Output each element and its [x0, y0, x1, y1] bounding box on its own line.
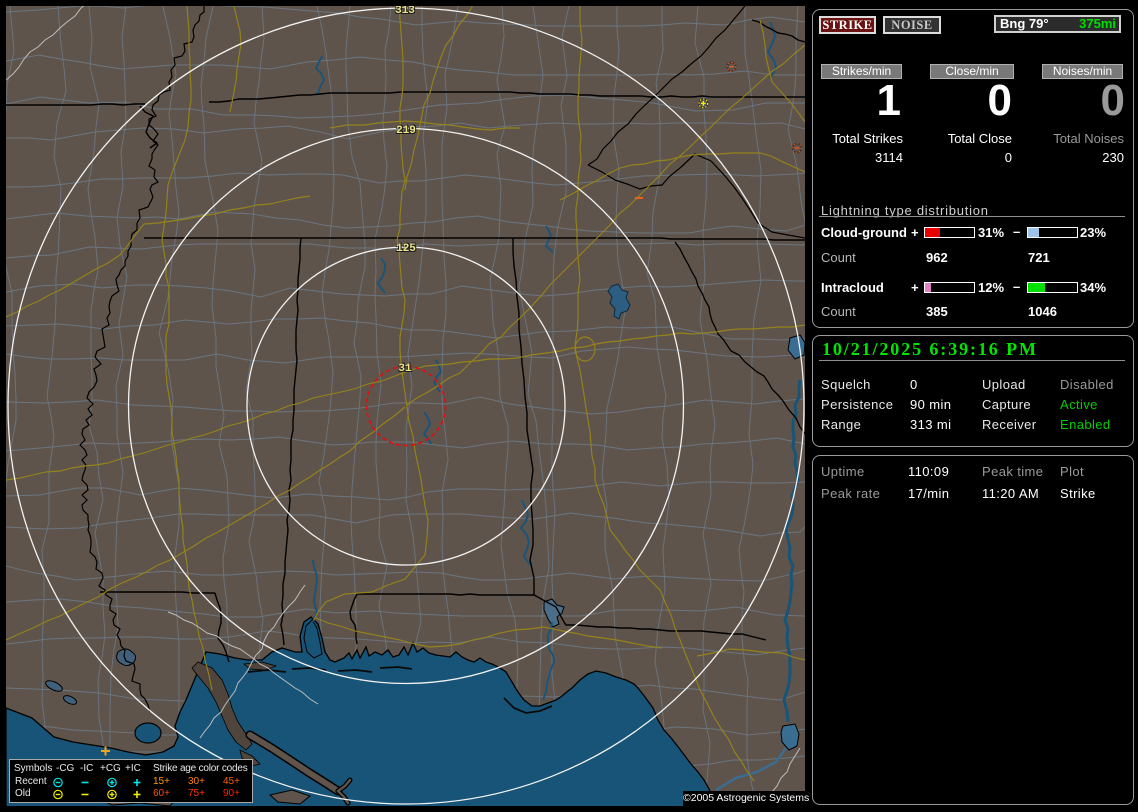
svg-text:313: 313 [395, 6, 415, 17]
svg-text:125: 125 [396, 243, 416, 255]
svg-text:219: 219 [396, 125, 416, 137]
svg-text:31: 31 [398, 363, 412, 375]
